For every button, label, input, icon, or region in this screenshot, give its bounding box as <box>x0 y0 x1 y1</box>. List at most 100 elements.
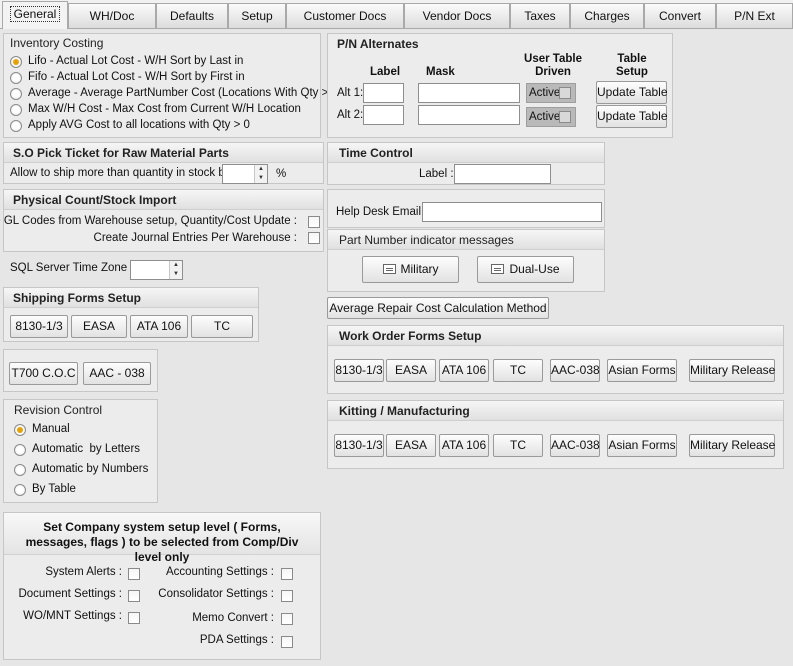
so-pick-title: S.O Pick Ticket for Raw Material Parts <box>13 146 229 160</box>
tab-defaults[interactable]: Defaults <box>156 3 228 28</box>
company-setup-panel: Set Company system setup level ( Forms, … <box>3 512 321 660</box>
kit-tc-button[interactable]: TC <box>493 434 543 457</box>
wo-forms-panel: Work Order Forms Setup 8130-1/3 EASA ATA… <box>327 325 784 394</box>
tab-pn-ext[interactable]: P/N Ext <box>716 3 793 28</box>
kit-aac038-button[interactable]: AAC-038 <box>550 434 600 457</box>
time-control-title: Time Control <box>339 146 413 160</box>
gl-codes-checkbox[interactable] <box>308 216 320 228</box>
consolidator-settings-label: Consolidator Settings : <box>158 588 274 600</box>
aac-038-button[interactable]: AAC - 038 <box>83 362 151 385</box>
kit-8130-button[interactable]: 8130-1/3 <box>334 434 384 457</box>
tab-taxes[interactable]: Taxes <box>510 3 570 28</box>
military-button[interactable]: Military <box>362 256 459 283</box>
costing-radio-apply-avg[interactable] <box>10 120 22 132</box>
costing-radio-average[interactable] <box>10 88 22 100</box>
wo-military-release-button[interactable]: Military Release <box>689 359 775 382</box>
alt1-active-toggle[interactable]: Active : <box>526 83 576 103</box>
alt2-mask-field[interactable] <box>418 105 520 125</box>
col-user-table-header: User Table Driven <box>524 53 582 78</box>
avg-repair-cost-button[interactable]: Average Repair Cost Calculation Method <box>327 297 549 319</box>
costing-radio-lifo[interactable] <box>10 56 22 68</box>
kit-ata106-button[interactable]: ATA 106 <box>439 434 489 457</box>
wo-aac038-button[interactable]: AAC-038 <box>550 359 600 382</box>
memo-convert-checkbox[interactable] <box>281 613 293 625</box>
t700-coc-button[interactable]: T700 C.O.C <box>9 362 78 385</box>
stepper-arrows-icon[interactable]: ▲ ▼ <box>169 261 182 279</box>
revision-radio-numbers[interactable] <box>14 464 26 476</box>
shipping-tc-button[interactable]: TC <box>191 315 253 338</box>
kit-military-release-button[interactable]: Military Release <box>689 434 775 457</box>
help-desk-panel: Help Desk Email : <box>327 189 605 228</box>
alt2-active-checkbox[interactable] <box>559 111 571 123</box>
tab-convert[interactable]: Convert <box>644 3 716 28</box>
accounting-settings-checkbox[interactable] <box>281 568 293 580</box>
alt1-mask-field[interactable] <box>418 83 520 103</box>
shipping-ata106-button[interactable]: ATA 106 <box>130 315 188 338</box>
kit-easa-button[interactable]: EASA <box>386 434 436 457</box>
shipping-easa-button[interactable]: EASA <box>71 315 127 338</box>
revision-option-table: By Table <box>32 483 76 495</box>
dual-use-button-label: Dual-Use <box>509 262 560 276</box>
revision-option-numbers: Automatic by Numbers <box>32 463 149 475</box>
sql-timezone-stepper[interactable]: ▲ ▼ <box>130 260 183 280</box>
so-pick-percent-stepper[interactable]: ▲ ▼ <box>222 164 268 184</box>
kitting-panel: Kitting / Manufacturing 8130-1/3 EASA AT… <box>327 400 784 469</box>
so-pick-unit: % <box>276 168 287 180</box>
wo-tc-button[interactable]: TC <box>493 359 543 382</box>
costing-radio-fifo[interactable] <box>10 72 22 84</box>
message-icon <box>491 263 505 274</box>
revision-option-manual: Manual <box>32 423 70 435</box>
costing-option-apply-avg: Apply AVG Cost to all locations with Qty… <box>28 119 250 131</box>
wo-asian-forms-button[interactable]: Asian Forms <box>607 359 677 382</box>
alt2-active-toggle[interactable]: Active : <box>526 107 576 127</box>
memo-convert-label: Memo Convert : <box>192 612 274 624</box>
system-alerts-checkbox[interactable] <box>128 568 140 580</box>
revision-radio-manual[interactable] <box>14 424 26 436</box>
alt2-label-field[interactable] <box>363 105 404 125</box>
costing-radio-max-wh[interactable] <box>10 104 22 116</box>
tab-setup[interactable]: Setup <box>228 3 286 28</box>
kit-asian-forms-button[interactable]: Asian Forms <box>607 434 677 457</box>
document-settings-checkbox[interactable] <box>128 590 140 602</box>
wo-8130-button[interactable]: 8130-1/3 <box>334 359 384 382</box>
message-icon <box>382 263 396 274</box>
wo-mnt-settings-checkbox[interactable] <box>128 612 140 624</box>
tab-customer-docs[interactable]: Customer Docs <box>286 3 404 28</box>
accounting-settings-label: Accounting Settings : <box>165 566 274 578</box>
wo-ata106-button[interactable]: ATA 106 <box>439 359 489 382</box>
alt1-active-checkbox[interactable] <box>559 87 571 99</box>
pn-indicator-panel: Part Number indicator messages Military … <box>327 229 605 292</box>
alt2-update-table-button[interactable]: Update Table <box>596 105 668 128</box>
alt1-label-field[interactable] <box>363 83 404 103</box>
revision-radio-letters[interactable] <box>14 444 26 456</box>
shipping-forms-panel: Shipping Forms Setup 8130-1/3 EASA ATA 1… <box>3 287 259 342</box>
so-pick-label: Allow to ship more than quantity in stoc… <box>10 167 237 179</box>
pn-indicator-title: Part Number indicator messages <box>339 233 514 247</box>
journal-entries-label: Create Journal Entries Per Warehouse : <box>93 232 297 244</box>
time-control-label: Label : <box>419 168 454 180</box>
time-control-label-field[interactable] <box>454 164 551 184</box>
time-control-panel: Time Control Label : <box>327 142 605 185</box>
stepper-arrows-icon[interactable]: ▲ ▼ <box>254 165 267 183</box>
col-mask-header: Mask <box>426 66 455 78</box>
shipping-forms-title: Shipping Forms Setup <box>13 291 141 305</box>
pda-settings-checkbox[interactable] <box>281 636 293 648</box>
help-desk-label: Help Desk Email : <box>336 206 428 218</box>
tab-bar: General WH/Doc Defaults Setup Customer D… <box>0 0 793 29</box>
shipping-8130-button[interactable]: 8130-1/3 <box>10 315 68 338</box>
alt1-update-table-button[interactable]: Update Table <box>596 81 668 104</box>
dual-use-button[interactable]: Dual-Use <box>477 256 574 283</box>
wo-easa-button[interactable]: EASA <box>386 359 436 382</box>
company-setup-title: Set Company system setup level ( Forms, … <box>25 520 299 564</box>
journal-entries-checkbox[interactable] <box>308 232 320 244</box>
tab-charges[interactable]: Charges <box>570 3 644 28</box>
tab-vendor-docs[interactable]: Vendor Docs <box>404 3 510 28</box>
sql-timezone-label: SQL Server Time Zone : <box>10 262 134 274</box>
revision-radio-table[interactable] <box>14 484 26 496</box>
consolidator-settings-checkbox[interactable] <box>281 590 293 602</box>
tab-general[interactable]: General <box>2 1 68 29</box>
help-desk-email-field[interactable] <box>422 202 602 222</box>
tab-wh-doc[interactable]: WH/Doc <box>68 3 156 28</box>
extra-forms-panel: T700 C.O.C AAC - 038 <box>3 349 158 392</box>
costing-option-average: Average - Average PartNumber Cost (Locat… <box>28 87 342 99</box>
